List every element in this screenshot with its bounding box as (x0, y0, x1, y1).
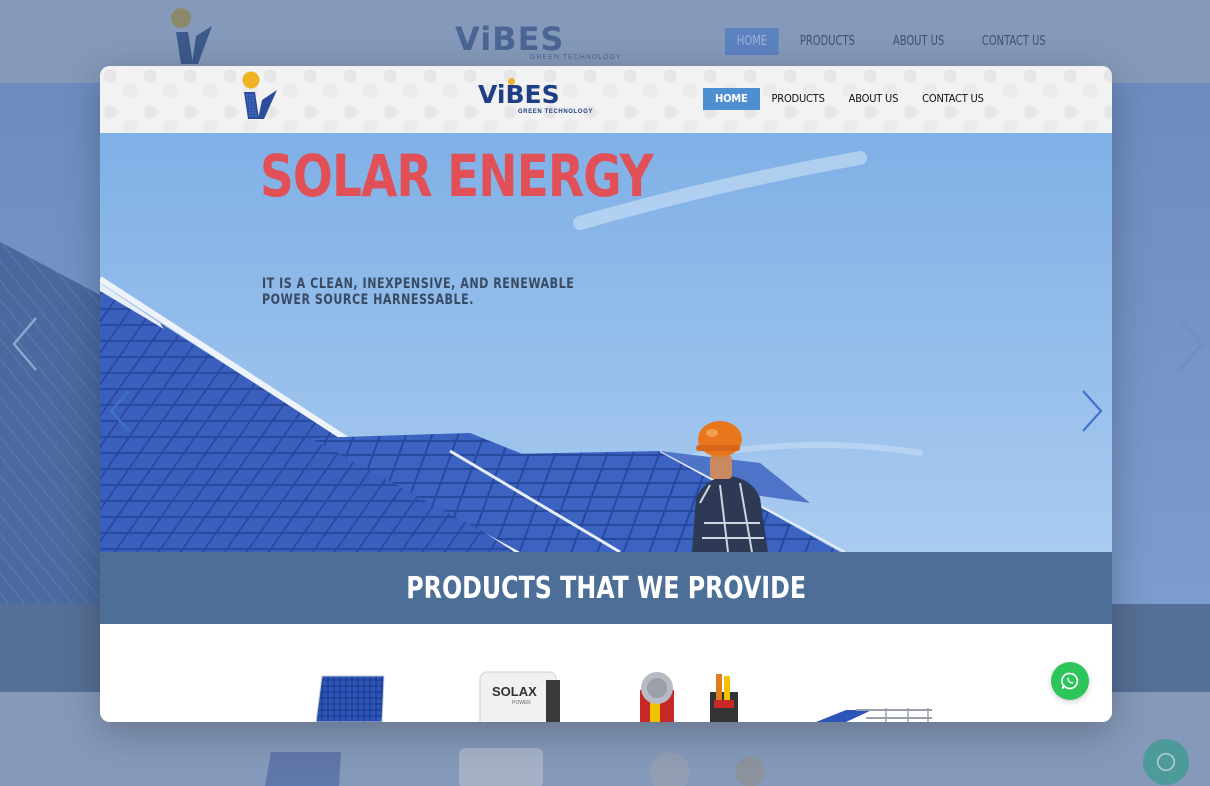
mounting-structure-image[interactable] (816, 704, 936, 722)
cable-image[interactable] (636, 670, 746, 722)
brand-dot (508, 78, 515, 85)
whatsapp-button[interactable] (1051, 662, 1089, 700)
background-brand: ViBES (455, 20, 565, 58)
brand-tagline: GREEN TECHNOLOGY (518, 109, 593, 115)
background-brand-tagline: GREEN TECHNOLOGY (530, 54, 622, 61)
solar-panel-image[interactable] (316, 674, 386, 722)
brand-name: ViBES (478, 80, 560, 109)
background-cable-image (650, 752, 765, 786)
background-whatsapp-icon (1143, 739, 1189, 785)
chevron-right-icon[interactable] (1080, 389, 1104, 433)
nav-products[interactable]: PRODUCTS (760, 88, 837, 110)
whatsapp-icon (1061, 672, 1079, 690)
background-nav-products: PRODUCTS (800, 34, 856, 49)
background-nav-home: HOME (725, 28, 779, 55)
vi-logo-icon[interactable] (240, 70, 284, 122)
nav-contact-us[interactable]: CONTACT US (910, 88, 996, 110)
hero-title: SOLAR ENERGY (260, 142, 654, 210)
background-chevron-left-icon (12, 317, 37, 371)
nav-about-us[interactable]: ABOUT US (837, 88, 911, 110)
inverter-brand-text: SOLAX (492, 684, 537, 699)
hero-subtitle: IT IS A CLEAN, INEXPENSIVE, AND RENEWABL… (262, 276, 575, 308)
products-row: SOLAX POWER (100, 624, 1112, 722)
inverter-brand-subtext: POWER (512, 700, 531, 706)
products-section-title: PRODUCTS THAT WE PROVIDE (406, 570, 806, 606)
background-inverter-image (459, 748, 543, 786)
products-heading-band: PRODUCTS THAT WE PROVIDE (100, 552, 1112, 624)
background-chevron-right-icon (1179, 317, 1204, 371)
background-panel-image (265, 752, 341, 786)
site-preview-card: ViBES GREEN TECHNOLOGY HOME PRODUCTS ABO… (100, 66, 1112, 722)
main-nav: HOME PRODUCTS ABOUT US CONTACT US (703, 88, 996, 110)
inverter-image[interactable]: SOLAX POWER (476, 666, 566, 722)
hero-slider: SOLAR ENERGY IT IS A CLEAN, INEXPENSIVE,… (100, 133, 1112, 552)
background-nav: HOME PRODUCTS ABOUT US CONTACT US (725, 28, 1073, 55)
background-logo-icon (171, 8, 212, 64)
background-nav-contact: CONTACT US (981, 34, 1046, 49)
brand-logo[interactable]: ViBES GREEN TECHNOLOGY (478, 78, 593, 115)
nav-home[interactable]: HOME (703, 88, 760, 110)
chevron-left-icon[interactable] (108, 389, 132, 433)
site-header: ViBES GREEN TECHNOLOGY HOME PRODUCTS ABO… (100, 66, 1112, 133)
background-nav-about: ABOUT US (893, 34, 945, 49)
